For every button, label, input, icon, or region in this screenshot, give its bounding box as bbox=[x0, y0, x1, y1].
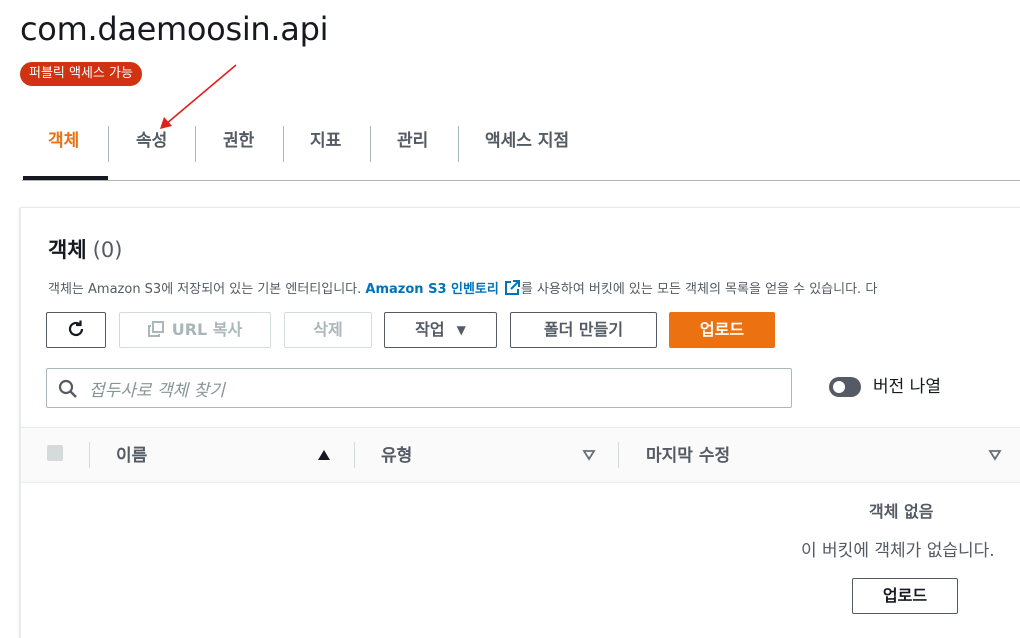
show-versions-toggle[interactable] bbox=[829, 377, 861, 397]
tab-properties[interactable]: 속성 bbox=[136, 126, 167, 166]
search-placeholder: 접두사로 객체 찾기 bbox=[89, 381, 225, 401]
caret-down-icon: ▼ bbox=[456, 323, 466, 337]
sort-icon[interactable] bbox=[988, 449, 1002, 461]
refresh-icon bbox=[68, 320, 84, 337]
empty-upload-button[interactable]: 업로드 bbox=[852, 578, 958, 614]
panel-description: 객체는 Amazon S3에 저장되어 있는 기본 엔터티입니다. Amazon… bbox=[48, 278, 877, 297]
column-name[interactable]: 이름 bbox=[116, 441, 147, 466]
tab-access-points[interactable]: 액세스 지점 bbox=[485, 126, 569, 166]
copy-url-button[interactable]: URL 복사 bbox=[119, 312, 271, 348]
table-header: 이름 유형 마지막 수정 bbox=[21, 427, 1020, 483]
tab-permissions[interactable]: 권한 bbox=[223, 126, 254, 166]
objects-heading: 객체 bbox=[48, 238, 87, 262]
panel-title: 객체 (0) bbox=[48, 234, 122, 264]
empty-state-description: 이 버킷에 객체가 없습니다. bbox=[801, 541, 995, 561]
actions-label: 작업 bbox=[415, 320, 445, 339]
toggle-knob bbox=[833, 381, 845, 393]
empty-state-title: 객체 없음 bbox=[869, 502, 934, 521]
bucket-tabs: 객체 속성 권한 지표 관리 액세스 지점 bbox=[22, 112, 1020, 181]
upload-button[interactable]: 업로드 bbox=[669, 312, 775, 348]
sort-ascending-icon[interactable] bbox=[317, 449, 331, 461]
bucket-name: com.daemoosin.api bbox=[20, 10, 329, 48]
external-link-icon[interactable] bbox=[504, 280, 520, 296]
copy-icon bbox=[147, 321, 164, 337]
search-input[interactable]: 접두사로 객체 찾기 bbox=[46, 368, 792, 408]
tab-divider bbox=[370, 126, 371, 162]
create-folder-button[interactable]: 폴더 만들기 bbox=[510, 312, 657, 348]
description-text: 객체는 Amazon S3에 저장되어 있는 기본 엔터티입니다. bbox=[48, 282, 362, 297]
active-tab-indicator bbox=[23, 176, 108, 180]
column-divider bbox=[354, 442, 355, 468]
refresh-button[interactable] bbox=[46, 312, 106, 348]
column-divider bbox=[89, 442, 90, 468]
description-text-continued: 를 사용하여 버킷에 있는 모든 객체의 목록을 얻을 수 있습니다. 다 bbox=[520, 282, 878, 297]
actions-dropdown[interactable]: 작업 ▼ bbox=[384, 312, 497, 348]
search-icon bbox=[58, 379, 77, 398]
sort-icon[interactable] bbox=[582, 449, 596, 461]
column-last-modified[interactable]: 마지막 수정 bbox=[646, 441, 730, 466]
tab-divider bbox=[195, 126, 196, 162]
select-all-checkbox[interactable] bbox=[47, 445, 63, 461]
objects-panel: 객체 (0) 객체는 Amazon S3에 저장되어 있는 기본 엔터티입니다. … bbox=[20, 207, 1020, 638]
column-type[interactable]: 유형 bbox=[381, 441, 412, 466]
column-divider bbox=[618, 442, 619, 468]
tab-divider bbox=[458, 126, 459, 162]
copy-url-label: URL 복사 bbox=[171, 320, 243, 339]
tab-objects[interactable]: 객체 bbox=[48, 126, 79, 166]
inventory-link[interactable]: Amazon S3 인벤토리 bbox=[365, 282, 498, 297]
delete-button[interactable]: 삭제 bbox=[284, 312, 372, 348]
tab-divider bbox=[283, 126, 284, 162]
tab-metrics[interactable]: 지표 bbox=[310, 126, 341, 166]
show-versions-label: 버전 나열 bbox=[873, 377, 941, 397]
tab-divider bbox=[108, 126, 109, 162]
tab-management[interactable]: 관리 bbox=[397, 126, 428, 166]
objects-count: (0) bbox=[92, 238, 123, 262]
public-access-badge: 퍼블릭 액세스 가능 bbox=[20, 62, 142, 86]
